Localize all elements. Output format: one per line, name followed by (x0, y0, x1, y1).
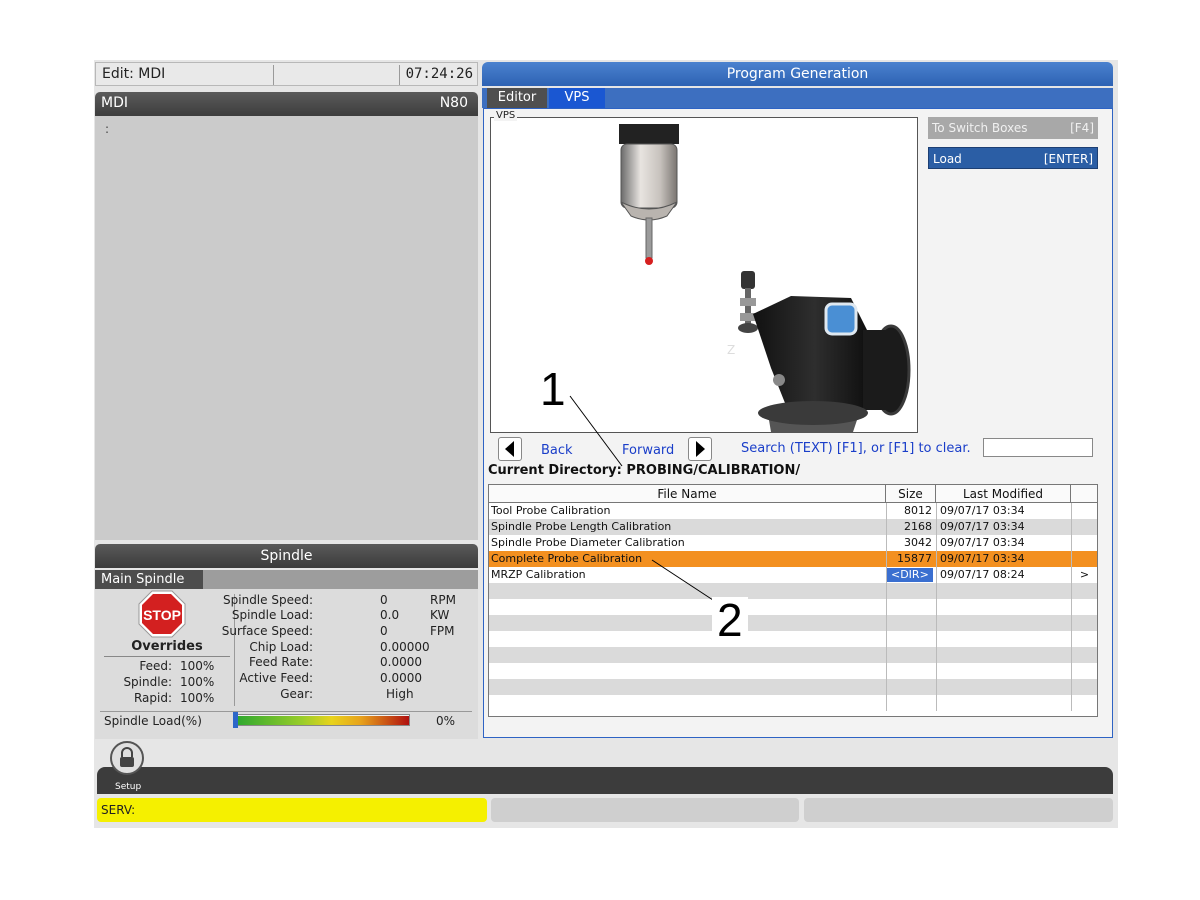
empty-row (489, 695, 1097, 711)
dir-badge: <DIR> (887, 568, 933, 582)
stop-sign-icon: STOP (138, 590, 186, 638)
button-key: [F4] (1070, 121, 1094, 135)
mdi-line-number: N80 (439, 95, 468, 111)
mdi-cursor: : (105, 122, 110, 136)
stat-unit: KW (430, 608, 450, 622)
callout-1: 1 (540, 363, 566, 415)
empty-row (489, 679, 1097, 695)
mode-header: Edit: MDI 07:24:26 (95, 62, 478, 86)
stat-label: Spindle Speed: (223, 593, 313, 607)
callout-2: 2 (712, 597, 748, 643)
stat-value: 0 (380, 593, 388, 607)
file-size: 2168 (886, 519, 936, 535)
search-input[interactable] (983, 438, 1093, 457)
load-button[interactable]: Load [ENTER] (928, 147, 1098, 169)
tab-vps[interactable]: VPS (549, 88, 605, 108)
svg-text:Z: Z (727, 343, 735, 357)
stat-gear: Gear: High (240, 687, 475, 703)
button-label: To Switch Boxes (932, 121, 1028, 135)
stat-value: 0.0 (380, 608, 400, 622)
lock-icon (120, 747, 134, 767)
stat-value: 0.00000 (380, 640, 430, 654)
row-arrow (1071, 519, 1097, 535)
bottom-bar (97, 767, 1113, 794)
override-label: Feed: (139, 659, 172, 673)
stat-surface-speed: Surface Speed: 0 FPM (222, 624, 475, 640)
chevron-right-icon: > (1071, 567, 1097, 583)
stat-label: Spindle Load: (231, 608, 313, 622)
load-divider (100, 711, 472, 712)
row-arrow (1071, 551, 1097, 567)
column-last-modified[interactable]: Last Modified (936, 485, 1071, 503)
spindle-load-scale (237, 716, 409, 725)
override-label: Spindle: (123, 675, 172, 689)
override-label: Rapid: (133, 691, 172, 705)
status-field (491, 798, 799, 822)
overrides-title: Overrides (131, 639, 203, 654)
spindle-title: Spindle (95, 544, 478, 568)
file-modified: 09/07/17 03:34 (936, 551, 1071, 567)
file-modified: 09/07/17 03:34 (936, 503, 1071, 519)
setup-lock-button[interactable] (110, 741, 144, 775)
stat-active-feed: Active Feed: 0.0000 (239, 671, 475, 687)
stat-unit: RPM (430, 593, 456, 607)
override-value: 100% (180, 659, 215, 673)
stat-chip-load: Chip Load: 0.00000 (240, 640, 475, 656)
overrides-divider (104, 656, 230, 657)
stat-spindle-speed: Spindle Speed: 0 RPM (223, 593, 475, 609)
mdi-editor[interactable]: : (95, 116, 478, 540)
file-size: 8012 (886, 503, 936, 519)
file-size: 3042 (886, 535, 936, 551)
file-modified: 09/07/17 03:34 (936, 519, 1071, 535)
column-extra (1071, 485, 1097, 503)
override-value: 100% (180, 675, 215, 689)
tab-main-spindle[interactable]: Main Spindle (95, 570, 203, 589)
stat-spindle-load: Spindle Load: 0.0 KW (232, 608, 475, 624)
stat-value: 0.0000 (380, 671, 422, 685)
stat-value: High (386, 687, 414, 701)
tab-editor[interactable]: Editor (487, 88, 547, 108)
spindle-load-label: Spindle Load(%) (104, 714, 202, 728)
stat-label: Active Feed: (239, 671, 313, 685)
mdi-title: MDI (101, 95, 128, 111)
mdi-title-bar: MDI N80 (95, 92, 478, 116)
stat-value: 0.0000 (380, 655, 422, 669)
file-size: 15877 (886, 551, 936, 567)
spindle-load-pointer (233, 712, 238, 728)
program-generation-title: Program Generation (482, 62, 1113, 86)
button-label: Load (933, 152, 962, 166)
file-modified: 09/07/17 08:24 (936, 567, 1071, 583)
vps-group-label: VPS (494, 110, 518, 121)
row-arrow (1071, 535, 1097, 551)
clock: 07:24:26 (405, 66, 473, 82)
switch-boxes-button[interactable]: To Switch Boxes [F4] (928, 117, 1098, 139)
stat-feed-rate: Feed Rate: 0.0000 (240, 655, 475, 671)
header-divider (399, 65, 400, 85)
file-size: <DIR> (886, 567, 936, 583)
stop-label: STOP (143, 607, 181, 623)
stat-label: Chip Load: (249, 640, 313, 654)
stat-label: Gear: (280, 687, 313, 701)
stat-unit: FPM (430, 624, 455, 638)
column-size[interactable]: Size (886, 485, 936, 503)
override-value: 100% (180, 691, 215, 705)
callout-leaders (569, 395, 717, 603)
button-key: [ENTER] (1043, 152, 1093, 166)
empty-row (489, 663, 1097, 679)
mode-label: Edit: MDI (102, 66, 166, 82)
status-message: SERV: (97, 798, 487, 822)
empty-row (489, 631, 1097, 647)
status-field (804, 798, 1113, 822)
stat-value: 0 (380, 624, 388, 638)
file-modified: 09/07/17 03:34 (936, 535, 1071, 551)
stat-label: Surface Speed: (221, 624, 313, 638)
spindle-load-value: 0% (436, 714, 456, 728)
empty-row (489, 647, 1097, 663)
setup-label: Setup (115, 782, 142, 792)
header-divider (273, 65, 274, 85)
stat-label: Feed Rate: (248, 655, 313, 669)
row-arrow (1071, 503, 1097, 519)
